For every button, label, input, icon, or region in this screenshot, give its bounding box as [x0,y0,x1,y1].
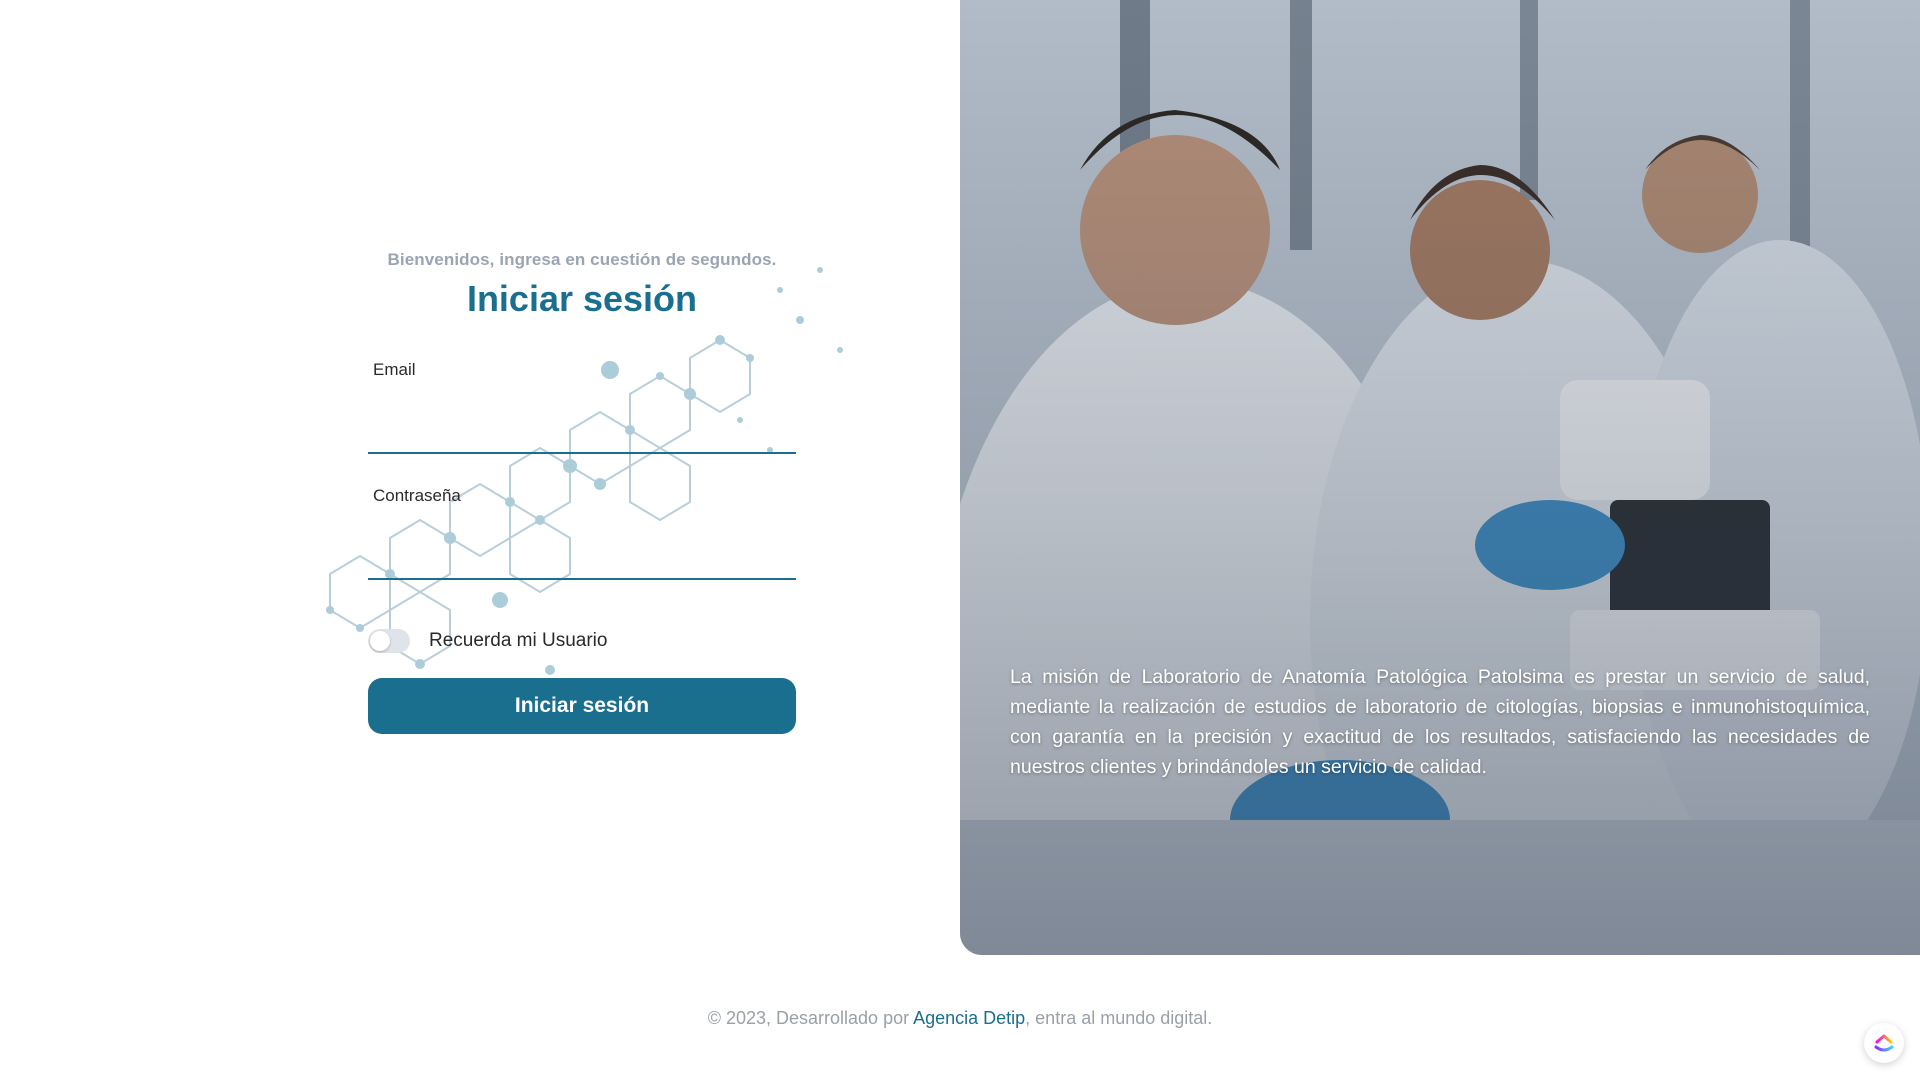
login-card: Bienvenidos, ingresa en cuestión de segu… [368,250,796,734]
login-title: Iniciar sesión [466,278,698,319]
password-label: Contraseña [373,486,461,505]
email-field-group: Email [368,360,796,454]
password-field[interactable] [368,530,796,580]
remember-label[interactable]: Recuerda mi Usuario [429,630,607,652]
footer: © 2023, Desarrollado por Agencia Detip, … [0,1008,1920,1029]
login-button[interactable]: Iniciar sesión [368,678,796,734]
toggle-knob [370,631,390,651]
mission-text: La misión de Laboratorio de Anatomía Pat… [1010,666,1870,778]
footer-prefix: © 2023, Desarrollado por [707,1008,914,1028]
login-pane: Bienvenidos, ingresa en cuestión de segu… [0,0,960,955]
email-field[interactable] [368,404,796,454]
hero-overlay [960,0,1920,955]
welcome-text: Bienvenidos, ingresa en cuestión de segu… [387,250,777,269]
hero-panel: La misión de Laboratorio de Anatomía Pat… [960,0,1920,955]
remember-row: Recuerda mi Usuario [368,626,796,656]
email-label: Email [373,360,416,379]
agency-link[interactable]: Agencia Detip [913,1008,1025,1028]
footer-suffix: , entra al mundo digital. [1025,1008,1213,1028]
password-field-group: Contraseña [368,486,796,580]
clickup-widget-button[interactable] [1864,1023,1904,1063]
clickup-icon [1874,1034,1894,1052]
remember-toggle[interactable] [368,629,410,653]
